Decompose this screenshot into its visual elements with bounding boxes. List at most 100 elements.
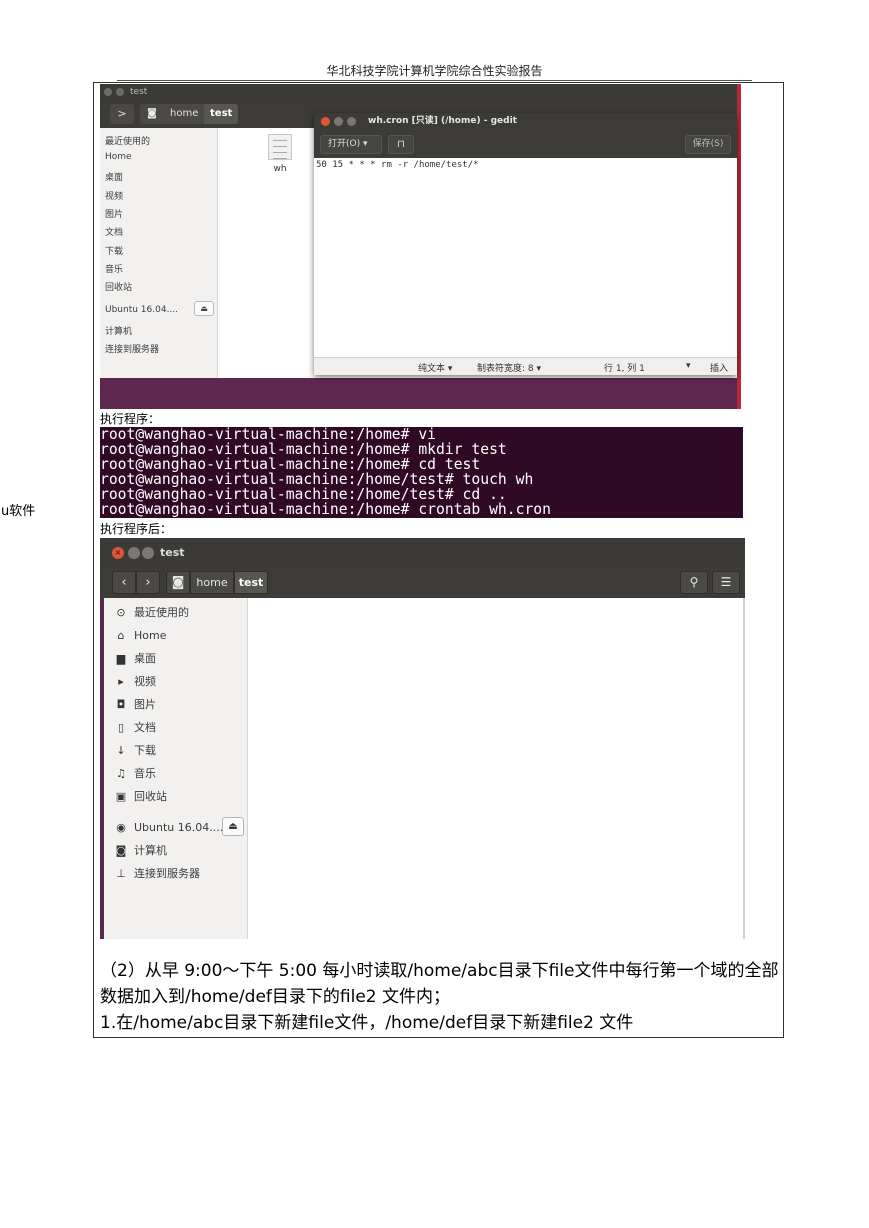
sidebar-item-pictures[interactable]: 图片 — [105, 207, 123, 220]
open-button[interactable]: 打开(O) ▾ — [320, 135, 382, 154]
forward-button[interactable]: > — [110, 104, 134, 124]
sidebar-item-label: 计算机 — [134, 844, 167, 857]
terminal-line: root@wanghao-virtual-machine:/home# cron… — [100, 501, 551, 518]
maximize-icon[interactable] — [347, 117, 356, 126]
forward-button[interactable]: › — [136, 571, 160, 594]
sidebar-item-label: 下载 — [134, 744, 156, 757]
gedit-window: wh.cron [只读] (/home) - gedit 打开(O) ▾ ⊓ 保… — [314, 113, 737, 375]
clock-icon: ⊙ — [116, 606, 126, 619]
server-icon: ⊥ — [116, 867, 126, 880]
terminal-line: root@wanghao-virtual-machine:/home/test#… — [100, 486, 507, 503]
sidebar-item-pictures[interactable]: ◘ 图片 — [114, 697, 156, 713]
video-icon: ▸ — [118, 675, 124, 688]
sidebar-item-connect-server[interactable]: 连接到服务器 — [105, 342, 159, 355]
computer-icon: ◙ — [115, 844, 127, 857]
sidebar-item-recent[interactable]: ⊙ 最近使用的 — [114, 605, 189, 621]
desktop-folder-icon: ▆ — [116, 652, 126, 665]
insert-mode: 插入 — [710, 364, 729, 374]
paragraph-step-1: 1.在/home/abc目录下新建file文件，/home/def目录下新建fi… — [100, 1013, 634, 1033]
cursor-position: 行 1, 列 1 — [604, 364, 645, 374]
close-icon[interactable]: × — [112, 547, 124, 559]
terminal-overlay-text: u软件 — [0, 505, 60, 519]
gedit-statusbar: 纯文本 ▾ 制表符宽度: 8 ▾ 行 1, 列 1 ▾ 插入 — [314, 357, 737, 375]
drive-icon[interactable]: ◙ — [140, 104, 164, 124]
sidebar-item-home[interactable]: ⌂ Home — [114, 628, 167, 644]
maximize-icon[interactable] — [142, 547, 154, 559]
sidebar-item-label: Ubuntu 16.04.... — [134, 821, 224, 834]
breadcrumb-home[interactable]: home — [190, 571, 234, 594]
language-selector[interactable]: 纯文本 ▾ — [418, 361, 452, 374]
sidebar-item-downloads[interactable]: ↓ 下载 — [114, 743, 156, 759]
text-file-icon[interactable] — [268, 134, 292, 160]
nautilus-toolbar: ‹ › ◙ home test ⚲ ☰ — [100, 568, 745, 598]
list-view-icon[interactable]: ☰ — [712, 571, 740, 594]
terminal-line: root@wanghao-virtual-machine:/home# cd t… — [100, 456, 481, 473]
label-before: 执行程序： — [100, 412, 161, 426]
sidebar-item-documents[interactable]: ▯ 文档 — [114, 720, 156, 736]
file-label-wh[interactable]: wh — [268, 164, 292, 174]
gedit-titlebar: wh.cron [只读] (/home) - gedit — [314, 113, 737, 130]
chevron-down-icon[interactable]: ▾ — [686, 361, 691, 371]
drive-icon[interactable]: ◙ — [166, 571, 190, 594]
breadcrumb-home[interactable]: home — [164, 104, 204, 124]
screenshot-nautilus-gedit: test > ◙ home test 最近使用的 Home 桌面 视频 图片 文… — [100, 84, 741, 409]
header-rule — [117, 80, 752, 81]
sidebar-item-music[interactable]: 音乐 — [105, 262, 123, 275]
sidebar-item-desktop[interactable]: 桌面 — [105, 170, 123, 183]
editor-content[interactable]: 50 15 * * * rm -r /home/test/* — [316, 160, 479, 170]
sidebar-item-music[interactable]: ♫ 音乐 — [114, 766, 156, 782]
sidebar-item-trash[interactable]: 回收站 — [105, 280, 132, 293]
music-icon: ♫ — [116, 767, 126, 780]
sidebar-item-videos[interactable]: 视频 — [105, 189, 123, 202]
disc-icon: ◉ — [116, 821, 126, 834]
sidebar-item-label: 连接到服务器 — [134, 867, 200, 880]
sidebar-item-downloads[interactable]: 下载 — [105, 244, 123, 257]
back-button[interactable]: ‹ — [112, 571, 136, 594]
sidebar-item-documents[interactable]: 文档 — [105, 225, 123, 238]
minimize-icon[interactable] — [334, 117, 343, 126]
sidebar-item-ubuntu-volume[interactable]: Ubuntu 16.04.... — [105, 305, 178, 315]
gedit-title: wh.cron [只读] (/home) - gedit — [368, 116, 517, 126]
save-button[interactable]: 保存(S) — [685, 135, 731, 154]
nautilus-titlebar: test — [100, 84, 737, 100]
terminal-screenshot: root@wanghao-virtual-machine:/home# vi r… — [100, 427, 743, 518]
sidebar-item-connect-server[interactable]: ⊥ 连接到服务器 — [114, 866, 200, 882]
sidebar-item-computer[interactable]: 计算机 — [105, 324, 132, 337]
sidebar-item-label: 桌面 — [134, 652, 156, 665]
desktop-edge — [737, 84, 741, 409]
sidebar-item-label: 音乐 — [134, 767, 156, 780]
sidebar-item-label: 最近使用的 — [134, 606, 189, 619]
eject-button[interactable]: ⏏ — [194, 301, 214, 316]
eject-button[interactable]: ⏏ — [222, 817, 244, 836]
sidebar-item-home[interactable]: Home — [105, 152, 132, 162]
minimize-icon[interactable] — [128, 547, 140, 559]
new-document-icon[interactable]: ⊓ — [388, 135, 414, 154]
nautilus-sidebar: ⊙ 最近使用的 ⌂ Home ▆ 桌面 ▸ 视频 ◘ 图片 ▯ 文档 ↓ 下载 ♫ 音乐 ▣ 回收… — [100, 598, 248, 939]
close-icon[interactable] — [104, 88, 112, 96]
sidebar-item-computer[interactable]: ◙ 计算机 — [114, 843, 167, 859]
trash-icon: ▣ — [115, 790, 127, 803]
nautilus-sidebar: 最近使用的 Home 桌面 视频 图片 文档 下载 音乐 回收站 Ubuntu … — [100, 128, 218, 378]
sidebar-item-label: 文档 — [134, 721, 156, 734]
home-icon: ⌂ — [117, 629, 125, 642]
sidebar-item-trash[interactable]: ▣ 回收站 — [114, 789, 167, 805]
minimize-icon[interactable] — [116, 88, 124, 96]
sidebar-item-desktop[interactable]: ▆ 桌面 — [114, 651, 156, 667]
sidebar-item-recent[interactable]: 最近使用的 — [105, 134, 150, 147]
close-icon[interactable] — [321, 117, 330, 126]
sidebar-item-label: 回收站 — [134, 790, 167, 803]
breadcrumb-test[interactable]: test — [204, 104, 238, 124]
sidebar-item-videos[interactable]: ▸ 视频 — [114, 674, 156, 690]
tab-width-selector[interactable]: 制表符宽度: 8 ▾ — [477, 361, 541, 374]
paragraph-task-2: （2）从早 9:00～下午 5:00 每小时读取/home/abc目录下file… — [100, 961, 779, 1007]
nautilus-title: test — [160, 546, 185, 559]
camera-icon: ◘ — [116, 698, 126, 711]
sidebar-item-ubuntu-volume[interactable]: ◉ Ubuntu 16.04.... — [114, 820, 223, 836]
page-header: 华北科技学院计算机学院综合性实验报告 — [326, 64, 543, 78]
search-icon[interactable]: ⚲ — [680, 571, 708, 594]
desktop-edge — [100, 598, 104, 939]
breadcrumb-test[interactable]: test — [234, 571, 268, 594]
nautilus-title: test — [130, 87, 148, 97]
terminal-line: root@wanghao-virtual-machine:/home# mkdi… — [100, 441, 507, 458]
nautilus-titlebar: × test — [100, 538, 745, 568]
